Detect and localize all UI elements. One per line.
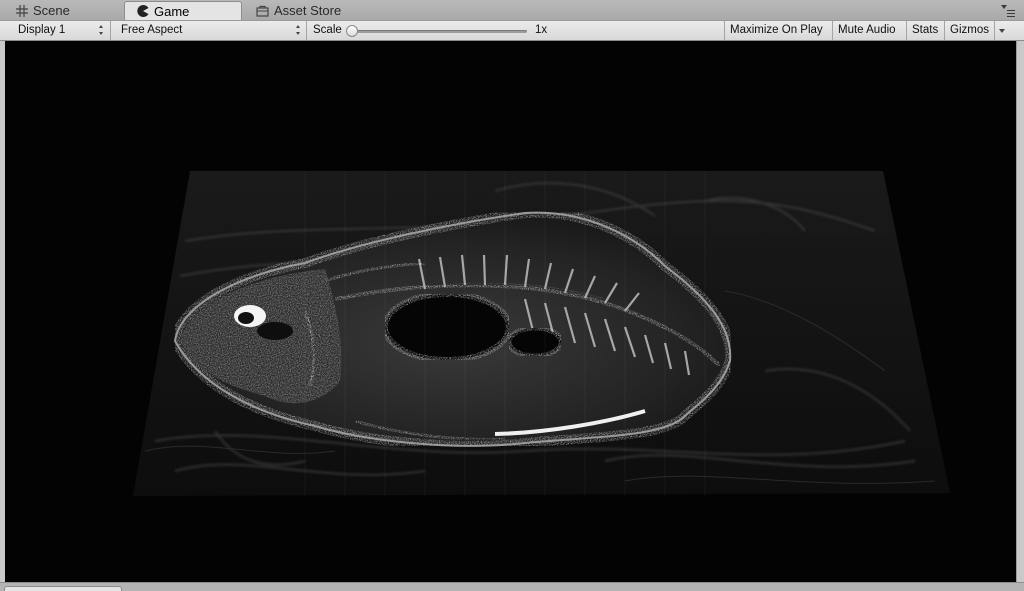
grid-icon — [16, 4, 28, 17]
scale-label: Scale — [313, 24, 342, 36]
game-view-toolbar: Display 1 Free Aspect Scale 1x Maximize … — [0, 20, 1024, 41]
game-viewport[interactable] — [5, 41, 1016, 582]
scale-slider-track[interactable] — [352, 30, 527, 33]
pacman-icon — [137, 5, 149, 17]
tab-menu-icon[interactable] — [1001, 5, 1015, 17]
tab-scene[interactable]: Scene — [10, 1, 120, 20]
aspect-dropdown[interactable]: Free Aspect — [111, 21, 305, 40]
tab-game-label: Game — [154, 3, 190, 19]
display-dropdown[interactable]: Display 1 — [8, 21, 108, 40]
right-panel-edge — [1016, 41, 1024, 582]
aspect-dropdown-label: Free Aspect — [121, 24, 183, 36]
scale-value: 1x — [535, 24, 548, 36]
tab-scene-label: Scene — [33, 3, 70, 18]
bottom-panel-tab[interactable] — [4, 586, 122, 591]
updown-arrows-icon — [98, 25, 103, 35]
display-dropdown-label: Display 1 — [18, 24, 66, 36]
fish-scan-render — [133, 171, 950, 496]
gizmos-dropdown-arrow-icon[interactable] — [999, 29, 1005, 33]
mute-audio-toggle[interactable]: Mute Audio — [838, 21, 896, 40]
updown-arrows-icon — [295, 25, 300, 35]
bottom-panel-strip — [0, 582, 1024, 591]
editor-tab-bar: Scene Game Asset Store — [0, 0, 1024, 20]
maximize-on-play-toggle[interactable]: Maximize On Play — [730, 21, 823, 40]
stats-toggle[interactable]: Stats — [912, 21, 938, 40]
tab-asset-store-label: Asset Store — [274, 3, 342, 18]
gizmos-button[interactable]: Gizmos — [950, 21, 989, 40]
store-bag-icon — [256, 5, 269, 17]
tab-game[interactable]: Game — [124, 1, 242, 20]
tab-asset-store[interactable]: Asset Store — [250, 1, 370, 20]
scale-slider-thumb[interactable] — [346, 25, 358, 37]
